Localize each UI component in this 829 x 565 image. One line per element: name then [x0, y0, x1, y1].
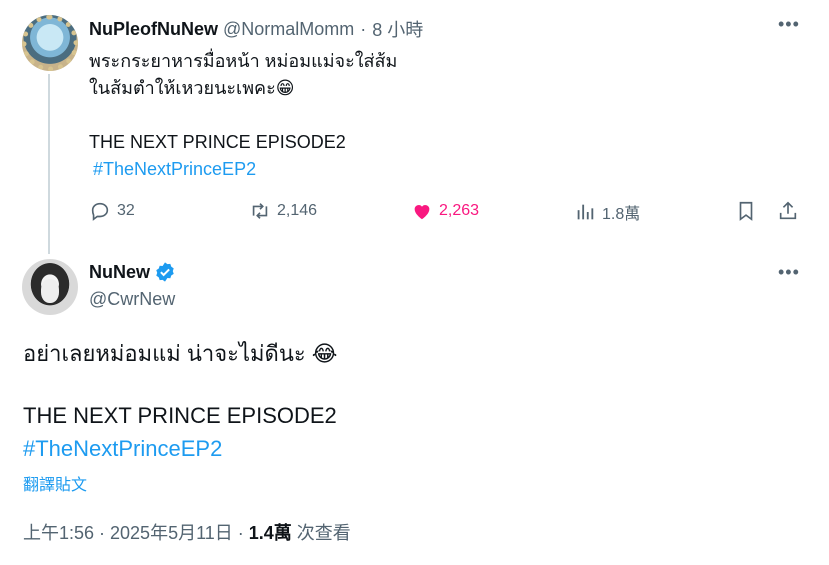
avatar-nunew[interactable]: [22, 259, 78, 315]
thread-connector: [48, 74, 50, 254]
views-icon: [577, 204, 594, 220]
more-icon[interactable]: •••: [778, 14, 800, 35]
avatar-frame: [22, 15, 78, 71]
reply-count: 32: [117, 202, 135, 219]
tweet1-hashtag[interactable]: #TheNextPrinceEP2: [89, 156, 397, 183]
tweet2-views-count: 1.4萬: [248, 523, 292, 543]
views-button[interactable]: 1.8萬: [574, 200, 640, 224]
more-icon[interactable]: •••: [778, 262, 800, 283]
like-count: 2,263: [439, 202, 480, 219]
tweet2-hashtag[interactable]: #TheNextPrinceEP2: [23, 436, 222, 462]
retweet-count: 2,146: [277, 202, 318, 219]
retweet-button[interactable]: 2,146: [249, 200, 317, 222]
translate-post-link[interactable]: 翻譯貼文: [23, 471, 87, 495]
tweet1-separator: ·: [360, 18, 367, 39]
reply-icon: [91, 202, 109, 221]
tweet2-meta: 上午1:56 · 2025年5月11日 · 1.4萬 次查看: [23, 519, 351, 545]
tweet2-text-line: อย่าเลยหม่อมแม่ น่าจะไม่ดีนะ 😂: [23, 341, 338, 366]
tweet1-time[interactable]: 8 小時: [372, 16, 423, 42]
verified-badge-icon: [154, 261, 176, 283]
bookmark-button[interactable]: [735, 200, 763, 222]
tweet1-text-line: ในส้มตำให้เหวยนะเพคะ😁: [89, 78, 295, 98]
reply-button[interactable]: 32: [89, 200, 135, 222]
tweet1-text: พระกระยาหารมื่อหน้า หม่อมแม่จะใส่ส้ม ในส…: [89, 48, 397, 183]
retweet-icon: [252, 203, 268, 219]
avatar-face: [41, 279, 59, 303]
tweet2-name-row: NuNew: [89, 261, 176, 283]
tweet1-handle[interactable]: @NormalMomm: [223, 19, 354, 40]
tweet2-handle-row: @CwrNew: [89, 289, 175, 310]
tweet2-timestamp[interactable]: 上午1:56 · 2025年5月11日 ·: [23, 523, 249, 543]
bookmark-icon: [739, 201, 753, 221]
heart-icon: [414, 205, 430, 220]
tweet2-display-name[interactable]: NuNew: [89, 262, 150, 283]
share-button[interactable]: [777, 200, 805, 222]
views-count: 1.8萬: [602, 206, 641, 223]
tweet1-text-line: พระกระยาหารมื่อหน้า หม่อมแม่จะใส่ส้ม: [89, 51, 398, 71]
tweet2-views-label: 次查看: [291, 523, 351, 543]
tweet2-handle[interactable]: @CwrNew: [89, 289, 175, 310]
tweet1-display-name[interactable]: NuPleofNuNew: [89, 19, 218, 40]
like-button[interactable]: 2,263: [411, 200, 479, 222]
tweet1-text-line: [89, 102, 397, 129]
avatar-nupleofnunew[interactable]: [22, 15, 78, 71]
tweet1-actions: 32 2,146 2,263 1.8萬: [89, 200, 801, 228]
tweet1-header: NuPleofNuNew @NormalMomm · 8 小時: [89, 16, 423, 42]
tweet2-text-line: THE NEXT PRINCE EPISODE2: [23, 403, 337, 428]
tweet1-text-line: THE NEXT PRINCE EPISODE2: [89, 132, 346, 152]
share-icon: [779, 201, 797, 220]
